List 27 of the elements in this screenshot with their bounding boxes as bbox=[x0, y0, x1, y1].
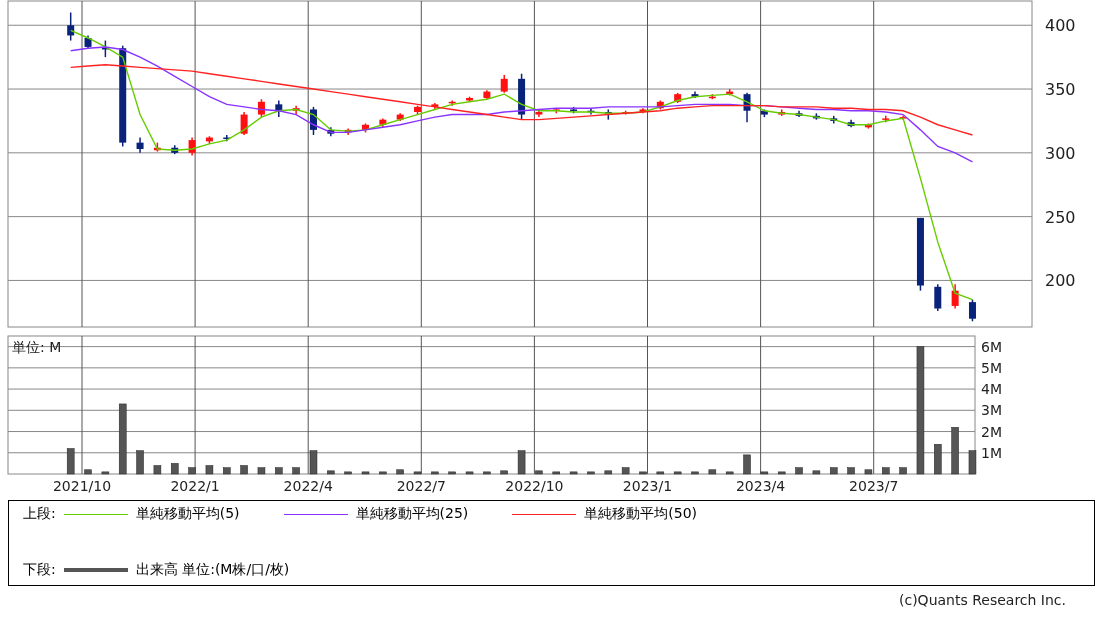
axis-tick-label: 2022/10 bbox=[505, 478, 564, 494]
axis-tick-label: 350 bbox=[1045, 80, 1076, 100]
axis-tick-label: 2021/10 bbox=[52, 478, 112, 494]
axis-tick-label: 200 bbox=[1045, 271, 1076, 291]
axis-tick-label: 6M bbox=[981, 338, 1002, 355]
unit-label: 単位: M bbox=[12, 339, 62, 355]
axis-tick-label: 5M bbox=[981, 359, 1002, 376]
axis-tick-label: 250 bbox=[1045, 207, 1076, 227]
copyright-text: (c)Quants Research Inc. bbox=[899, 592, 1066, 608]
axis-tick-label: 2023/7 bbox=[849, 478, 899, 494]
axis-tick-label: 1M bbox=[981, 444, 1002, 461]
legend-label: 上段: bbox=[23, 505, 56, 523]
legend-text: 単純移動平均(25) bbox=[355, 505, 469, 523]
axis-tick-label: 2023/4 bbox=[735, 478, 786, 494]
axis-tick-label: 400 bbox=[1045, 16, 1076, 36]
axis-tick-label: 2022/4 bbox=[283, 478, 333, 494]
legend-label: 下段: bbox=[23, 561, 56, 579]
axis-tick-label: 2022/1 bbox=[170, 478, 220, 494]
axis-tick-label: 2022/7 bbox=[396, 478, 446, 494]
axis-tick-label: 2M bbox=[981, 423, 1002, 440]
axis-tick-label: 2023/1 bbox=[622, 478, 673, 494]
axis-tick-label: 3M bbox=[981, 402, 1002, 419]
legend-text: 単純移動平均(50) bbox=[584, 505, 698, 523]
legend-text: 単純移動平均(5) bbox=[135, 505, 240, 523]
legend-text: 出来高 単位:(M株/口/枚) bbox=[135, 561, 290, 579]
axis-tick-label: 4M bbox=[981, 381, 1002, 398]
axis-tick-label: 300 bbox=[1045, 143, 1076, 163]
